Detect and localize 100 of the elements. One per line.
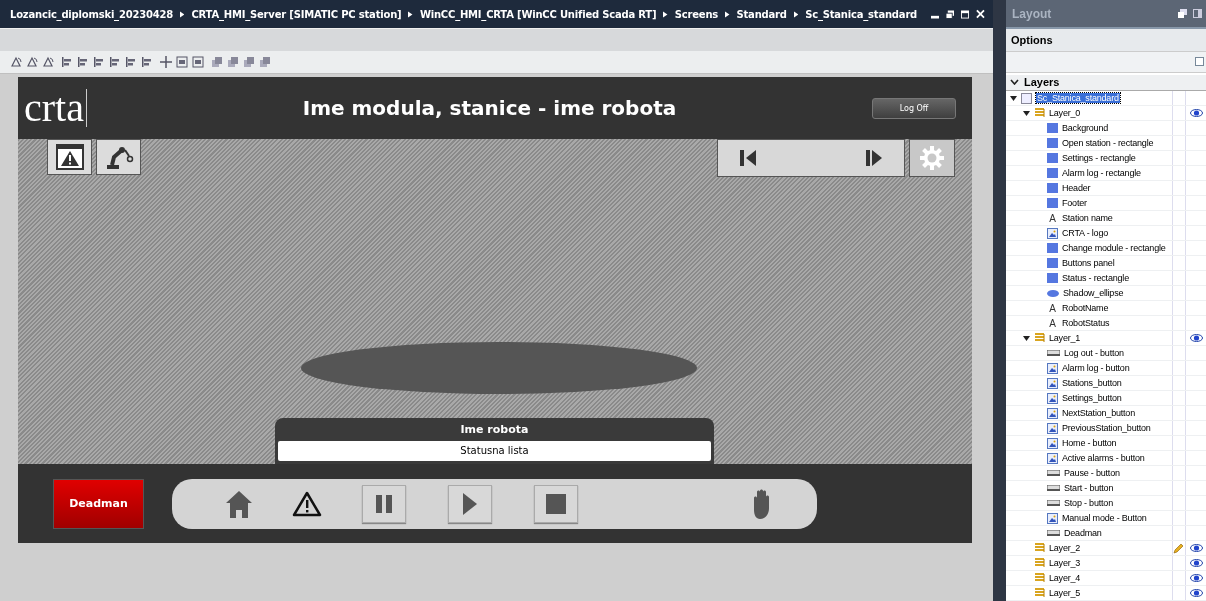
- distribute-icon[interactable]: [176, 56, 188, 68]
- rotate-icon[interactable]: [42, 56, 54, 68]
- restore-icon[interactable]: [946, 9, 955, 19]
- tree-item[interactable]: Home - button: [1062, 438, 1117, 448]
- tree-item[interactable]: Layer_1: [1049, 333, 1081, 343]
- breadcrumb-item[interactable]: Standard: [736, 8, 787, 20]
- tree-item[interactable]: Footer: [1062, 198, 1087, 208]
- start-button[interactable]: [448, 484, 492, 523]
- eye-icon[interactable]: [1189, 559, 1203, 567]
- deadman-button[interactable]: Deadman: [53, 478, 144, 529]
- layers-icon: [1034, 108, 1045, 118]
- tree-item[interactable]: Start - button: [1064, 483, 1114, 493]
- rectangle-icon: [1047, 258, 1058, 268]
- tree-item[interactable]: Layer_5: [1049, 588, 1081, 598]
- stations-button[interactable]: [96, 139, 141, 175]
- tree-item[interactable]: Active alarms - button: [1062, 453, 1145, 463]
- tree-item[interactable]: Open station - rectangle: [1062, 138, 1154, 148]
- tree-item[interactable]: NextStation_button: [1062, 408, 1135, 418]
- tree-item[interactable]: Stations_button: [1062, 378, 1122, 388]
- breadcrumb-item[interactable]: Screens: [674, 8, 719, 20]
- tree-item[interactable]: Header: [1062, 183, 1091, 193]
- tree-item[interactable]: Settings - rectangle: [1062, 153, 1136, 163]
- layer-order-icon[interactable]: [259, 56, 271, 68]
- tree-item[interactable]: Manual mode - Button: [1062, 513, 1147, 523]
- float-icon[interactable]: [1178, 9, 1187, 19]
- tree-item[interactable]: RobotName: [1062, 303, 1109, 313]
- layers-icon: [1034, 333, 1045, 343]
- tree-item[interactable]: Status - rectangle: [1062, 273, 1129, 283]
- home-icon[interactable]: [226, 489, 252, 518]
- eye-icon[interactable]: [1189, 589, 1203, 597]
- eye-icon[interactable]: [1189, 544, 1203, 552]
- align-icon[interactable]: [77, 56, 89, 68]
- rotate-icon[interactable]: [10, 56, 22, 68]
- layers-section-header[interactable]: Layers: [1024, 76, 1060, 89]
- skip-back-icon: [738, 148, 758, 168]
- ellipse-icon: [1047, 289, 1059, 297]
- eye-icon[interactable]: [1189, 109, 1203, 117]
- align-icon[interactable]: [125, 56, 137, 68]
- tree-item[interactable]: Deadman: [1064, 528, 1102, 538]
- chevron-down-icon[interactable]: [1010, 79, 1019, 86]
- tree-item[interactable]: Pause - button: [1064, 468, 1120, 478]
- align-icon[interactable]: [109, 56, 121, 68]
- layer-order-icon[interactable]: [227, 56, 239, 68]
- stop-button[interactable]: [534, 484, 578, 523]
- expand-triangle-icon[interactable]: [1023, 110, 1030, 116]
- layer-order-icon[interactable]: [211, 56, 223, 68]
- tree-item[interactable]: Layer_3: [1049, 558, 1081, 568]
- maximize-icon[interactable]: [961, 9, 970, 19]
- tree-item[interactable]: Layer_2: [1049, 543, 1081, 553]
- breadcrumb-item[interactable]: WinCC_HMI_CRTA [WinCC Unified Scada RT]: [419, 8, 657, 20]
- pause-button[interactable]: [362, 484, 406, 523]
- text-icon: A: [1047, 212, 1058, 224]
- breadcrumb-item[interactable]: Sc_Stanica_standard: [805, 8, 918, 20]
- pencil-icon[interactable]: [1173, 542, 1184, 554]
- align-icon[interactable]: [160, 56, 172, 68]
- align-icon[interactable]: [61, 56, 73, 68]
- tree-item[interactable]: Shadow_ellipse: [1063, 288, 1124, 298]
- layer-order-icon[interactable]: [243, 56, 255, 68]
- tree-item[interactable]: Settings_button: [1062, 393, 1122, 403]
- breadcrumb-item[interactable]: CRTA_HMI_Server [SIMATIC PC station]: [191, 8, 402, 20]
- log-off-button[interactable]: Log Off: [872, 97, 956, 119]
- align-icon[interactable]: [141, 56, 153, 68]
- split-icon[interactable]: [1193, 9, 1202, 19]
- chevron-icon: [408, 10, 413, 18]
- distribute-icon[interactable]: [192, 56, 204, 68]
- settings-icon: [919, 145, 945, 171]
- tree-item[interactable]: Alarm log - rectangle: [1062, 168, 1141, 178]
- layers-icon: [1034, 543, 1045, 553]
- warning-icon[interactable]: [292, 490, 322, 517]
- alarm-log-button[interactable]: [47, 139, 92, 175]
- stop-icon: [546, 493, 566, 514]
- tree-item[interactable]: PreviousStation_button: [1062, 423, 1151, 433]
- checkbox-icon[interactable]: [1195, 57, 1204, 67]
- tree-item[interactable]: RobotStatus: [1062, 318, 1110, 328]
- settings-button[interactable]: [909, 139, 955, 177]
- tree-item[interactable]: Change module - rectangle: [1062, 243, 1166, 253]
- tree-item[interactable]: Log out - button: [1064, 348, 1124, 358]
- eye-icon[interactable]: [1189, 334, 1203, 342]
- options-section-header[interactable]: Options: [1006, 29, 1206, 53]
- tree-item[interactable]: Station name: [1062, 213, 1113, 223]
- eye-icon[interactable]: [1189, 574, 1203, 582]
- breadcrumb-item[interactable]: Lozancic_diplomski_20230428: [10, 8, 173, 20]
- button-icon: [1047, 470, 1060, 476]
- expand-triangle-icon[interactable]: [1023, 335, 1030, 341]
- tree-item[interactable]: Sc_Stanica_standard: [1036, 93, 1120, 103]
- close-icon[interactable]: [976, 9, 985, 19]
- expand-triangle-icon[interactable]: [1010, 95, 1017, 101]
- tree-item[interactable]: Alarm log - button: [1062, 363, 1130, 373]
- layers-icon: [1034, 588, 1045, 598]
- tree-item[interactable]: Stop - button: [1064, 498, 1113, 508]
- logo: crta: [24, 88, 84, 128]
- align-icon[interactable]: [93, 56, 105, 68]
- rotate-icon[interactable]: [26, 56, 38, 68]
- tree-item[interactable]: Layer_0: [1049, 108, 1081, 118]
- tree-item[interactable]: Layer_4: [1049, 573, 1081, 583]
- chevron-icon: [180, 10, 185, 18]
- tree-item[interactable]: Buttons panel: [1062, 258, 1115, 268]
- layers-icon: [1034, 573, 1045, 583]
- tree-item[interactable]: Background: [1062, 123, 1109, 133]
- tree-item[interactable]: CRTA - logo: [1062, 228, 1108, 238]
